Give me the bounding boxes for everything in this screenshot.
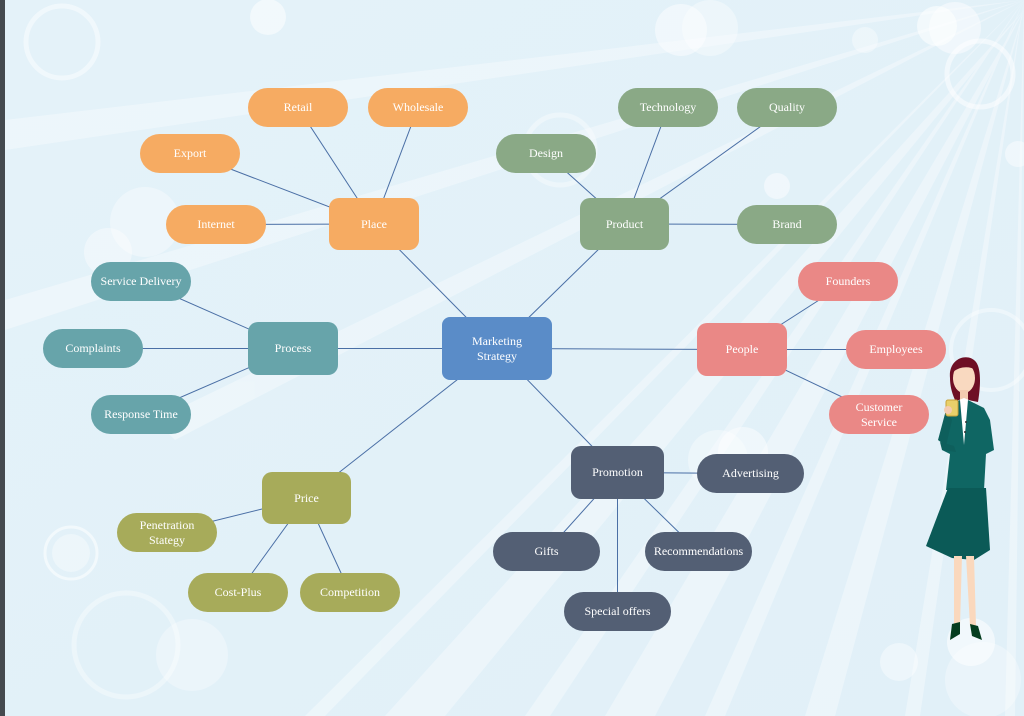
branch-node-promotion[interactable]: Promotion — [571, 446, 664, 499]
leaf-node-quality[interactable]: Quality — [737, 88, 837, 127]
leaf-label: Technology — [639, 100, 697, 114]
center-node-label: Marketing Strategy — [464, 334, 530, 364]
leaf-node-founders[interactable]: Founders — [798, 262, 898, 301]
leaf-label: Export — [173, 146, 207, 160]
leaf-node-service-delivery[interactable]: Service Delivery — [91, 262, 191, 301]
leaf-node-competition[interactable]: Competition — [300, 573, 400, 612]
leaf-node-brand[interactable]: Brand — [737, 205, 837, 244]
leaf-label: Penetration Stategy — [139, 517, 195, 547]
leaf-node-advertising[interactable]: Advertising — [697, 454, 804, 493]
branch-node-price[interactable]: Price — [262, 472, 351, 524]
center-node-marketing-strategy[interactable]: Marketing Strategy — [442, 317, 552, 380]
leaf-node-internet[interactable]: Internet — [166, 205, 266, 244]
leaf-node-technology[interactable]: Technology — [618, 88, 718, 127]
branch-node-people[interactable]: People — [697, 323, 787, 376]
leaf-label: Quality — [769, 100, 805, 114]
branch-label: Promotion — [592, 465, 643, 479]
leaf-label: Recommendations — [653, 544, 744, 558]
businesswoman-illustration — [926, 357, 994, 640]
leaf-node-gifts[interactable]: Gifts — [493, 532, 600, 571]
leaf-label: Customer Service — [855, 399, 903, 429]
leaf-node-retail[interactable]: Retail — [248, 88, 348, 127]
branch-label: Product — [605, 216, 644, 231]
shoe-shape — [950, 622, 960, 640]
skirt-shape — [926, 488, 990, 560]
branch-label: Process — [274, 341, 312, 355]
branch-label: Price — [294, 490, 319, 505]
branch-label: People — [725, 342, 759, 356]
leaf-node-wholesale[interactable]: Wholesale — [368, 88, 468, 127]
mind-map-canvas: Marketing Strategy Place Retail Wholesal… — [5, 0, 1024, 716]
leaf-node-response-time[interactable]: Response Time — [91, 395, 191, 434]
leaf-node-design[interactable]: Design — [496, 134, 596, 173]
leaf-node-recommendations[interactable]: Recommendations — [645, 532, 752, 571]
leaf-label: Internet — [197, 217, 235, 231]
leaf-label: Retail — [283, 100, 313, 114]
leaf-label: Response Time — [104, 407, 178, 421]
branch-node-process[interactable]: Process — [248, 322, 338, 375]
leaf-label: Advertising — [722, 466, 779, 480]
leaf-label: Brand — [772, 217, 802, 231]
center-label-line-1: Marketing — [472, 333, 522, 348]
leaf-label: Design — [529, 146, 563, 160]
branch-node-place[interactable]: Place — [329, 198, 419, 250]
leaf-node-cost-plus[interactable]: Cost-Plus — [188, 573, 288, 612]
branch-label: Place — [361, 216, 387, 231]
branch-node-product[interactable]: Product — [580, 198, 669, 250]
leaf-node-complaints[interactable]: Complaints — [43, 329, 143, 368]
leaf-node-penetration-stategy[interactable]: Penetration Stategy — [117, 513, 217, 552]
leaf-label: Gifts — [534, 544, 559, 558]
center-label-line-2: Strategy — [477, 348, 517, 363]
leaf-label: Wholesale — [392, 100, 444, 114]
leaf-label: Special offers — [584, 604, 651, 618]
leaf-node-special-offers[interactable]: Special offers — [564, 592, 671, 631]
leaf-label: Cost-Plus — [214, 585, 262, 599]
leaf-label: Service Delivery — [100, 274, 182, 288]
leaf-label: Complaints — [65, 341, 121, 355]
leaf-label: Founders — [825, 274, 871, 288]
leaf-node-export[interactable]: Export — [140, 134, 240, 173]
shoe-shape — [970, 624, 982, 640]
leaf-label: Competition — [320, 585, 380, 599]
